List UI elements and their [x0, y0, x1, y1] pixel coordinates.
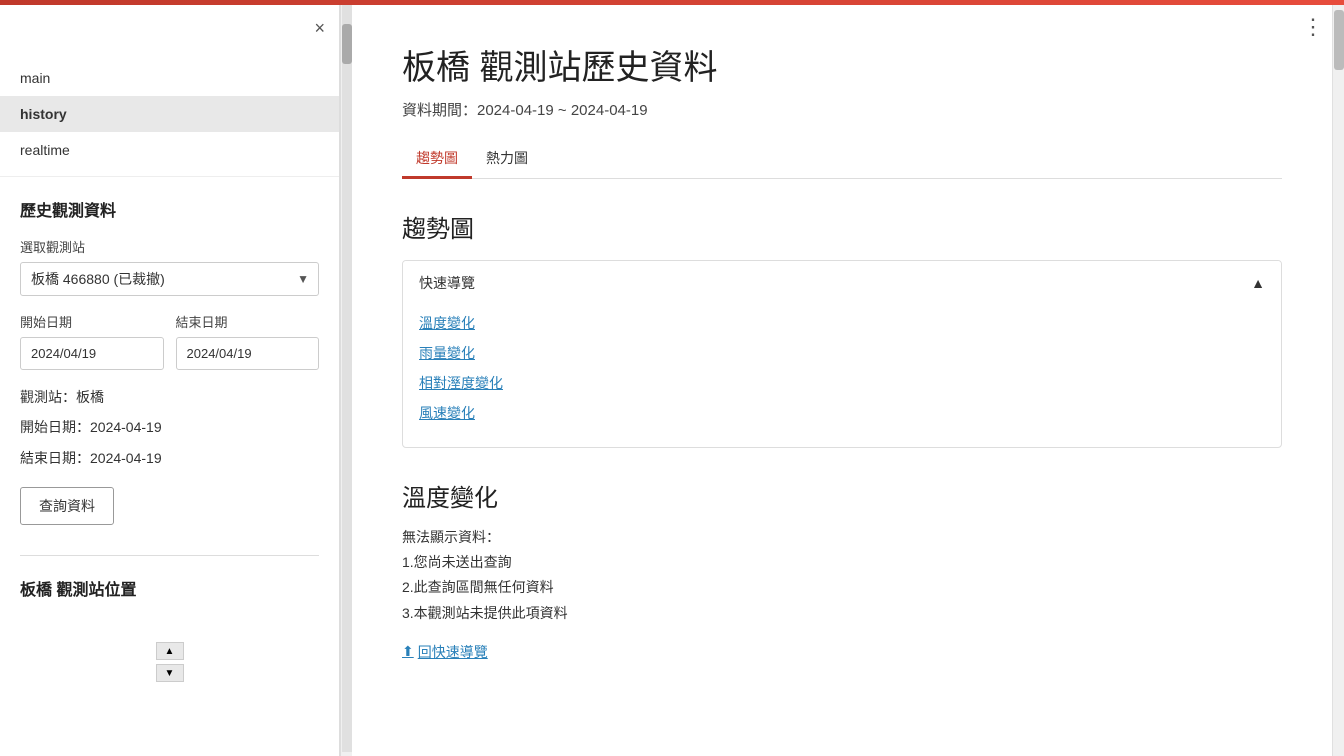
query-button[interactable]: 查詢資料 [20, 487, 114, 525]
start-date-field: 開始日期 [20, 312, 164, 370]
scroll-arrows: ▲ ▼ [0, 634, 339, 690]
start-date-input[interactable] [20, 337, 164, 370]
end-date-info: 結束日期：2024-04-19 [20, 447, 319, 469]
station-select[interactable]: 板橋 466880 (已裁撤) [20, 262, 319, 296]
quick-nav-temp-link[interactable]: 溫度變化 [419, 313, 1265, 333]
sidebar-item-realtime[interactable]: realtime [0, 132, 339, 168]
tab-trend[interactable]: 趨勢圖 [402, 140, 472, 179]
sidebar-scrollbar [340, 0, 352, 756]
quick-nav-title: 快速導覽 [419, 273, 475, 293]
back-to-top-label: 回快速導覽 [418, 642, 488, 662]
quick-nav-box: 快速導覽 ▲ 溫度變化 雨量變化 相對溼度變化 風速變化 [402, 260, 1282, 448]
end-date-field: 結束日期 [176, 312, 320, 370]
scroll-down-button[interactable]: ▼ [156, 664, 184, 682]
start-date-info: 開始日期：2024-04-19 [20, 416, 319, 438]
no-data-title: 無法顯示資料： [402, 525, 1282, 550]
sidebar-close-button[interactable]: × [314, 18, 325, 39]
page-title: 板橋 觀測站歷史資料 [402, 40, 1282, 89]
scrollbar-track [342, 4, 352, 752]
start-date-label: 開始日期 [20, 312, 164, 331]
temp-section-title: 溫度變化 [402, 478, 1282, 513]
right-scrollbar-track [1333, 0, 1344, 756]
date-row: 開始日期 結束日期 [20, 312, 319, 370]
sidebar-divider [20, 555, 319, 556]
no-data-reason-1: 1.您尚未送出查詢 [402, 550, 1282, 575]
section-title: 歷史觀測資料 [20, 197, 319, 221]
trend-section-title: 趨勢圖 [402, 209, 1282, 244]
no-data-reason-2: 2.此查詢區間無任何資料 [402, 575, 1282, 600]
quick-nav-body: 溫度變化 雨量變化 相對溼度變化 風速變化 [403, 305, 1281, 447]
station-position-title: 板橋 觀測站位置 [0, 566, 339, 604]
end-date-input[interactable] [176, 337, 320, 370]
tabs: 趨勢圖 熱力圖 [402, 140, 1282, 179]
scrollbar-thumb[interactable] [342, 24, 352, 64]
sidebar-item-main[interactable]: main [0, 60, 339, 96]
main-content: 板橋 觀測站歷史資料 資料期間：2024-04-19 ~ 2024-04-19 … [352, 0, 1332, 756]
station-select-label: 選取觀測站 [20, 237, 319, 256]
quick-nav-rain-link[interactable]: 雨量變化 [419, 343, 1265, 363]
back-to-top-link[interactable]: ⬆ 回快速導覽 [402, 642, 488, 662]
more-options-button[interactable]: ⋮ [1302, 14, 1324, 40]
right-scrollbar [1332, 0, 1344, 756]
quick-nav-humidity-link[interactable]: 相對溼度變化 [419, 373, 1265, 393]
quick-nav-wind-link[interactable]: 風速變化 [419, 403, 1265, 423]
right-scrollbar-thumb[interactable] [1334, 10, 1344, 70]
history-section: 歷史觀測資料 選取觀測站 板橋 466880 (已裁撤) ▼ 開始日期 結束日期… [0, 177, 339, 545]
back-to-top-icon: ⬆ [402, 643, 414, 660]
quick-nav-collapse-icon: ▲ [1251, 275, 1265, 291]
scroll-up-button[interactable]: ▲ [156, 642, 184, 660]
nav-items: main history realtime [0, 60, 339, 177]
tab-heatmap[interactable]: 熱力圖 [472, 140, 542, 179]
date-range-label: 資料期間：2024-04-19 ~ 2024-04-19 [402, 99, 1282, 120]
sidebar-item-history[interactable]: history [0, 96, 339, 132]
quick-nav-header[interactable]: 快速導覽 ▲ [403, 261, 1281, 305]
top-bar [0, 0, 1344, 5]
station-select-wrapper: 板橋 466880 (已裁撤) ▼ [20, 262, 319, 296]
no-data-box: 無法顯示資料： 1.您尚未送出查詢 2.此查詢區間無任何資料 3.本觀測站未提供… [402, 525, 1282, 626]
no-data-reason-3: 3.本觀測站未提供此項資料 [402, 601, 1282, 626]
station-info: 觀測站：板橋 [20, 386, 319, 408]
end-date-label: 結束日期 [176, 312, 320, 331]
sidebar: × main history realtime 歷史觀測資料 選取觀測站 板橋 … [0, 0, 340, 756]
